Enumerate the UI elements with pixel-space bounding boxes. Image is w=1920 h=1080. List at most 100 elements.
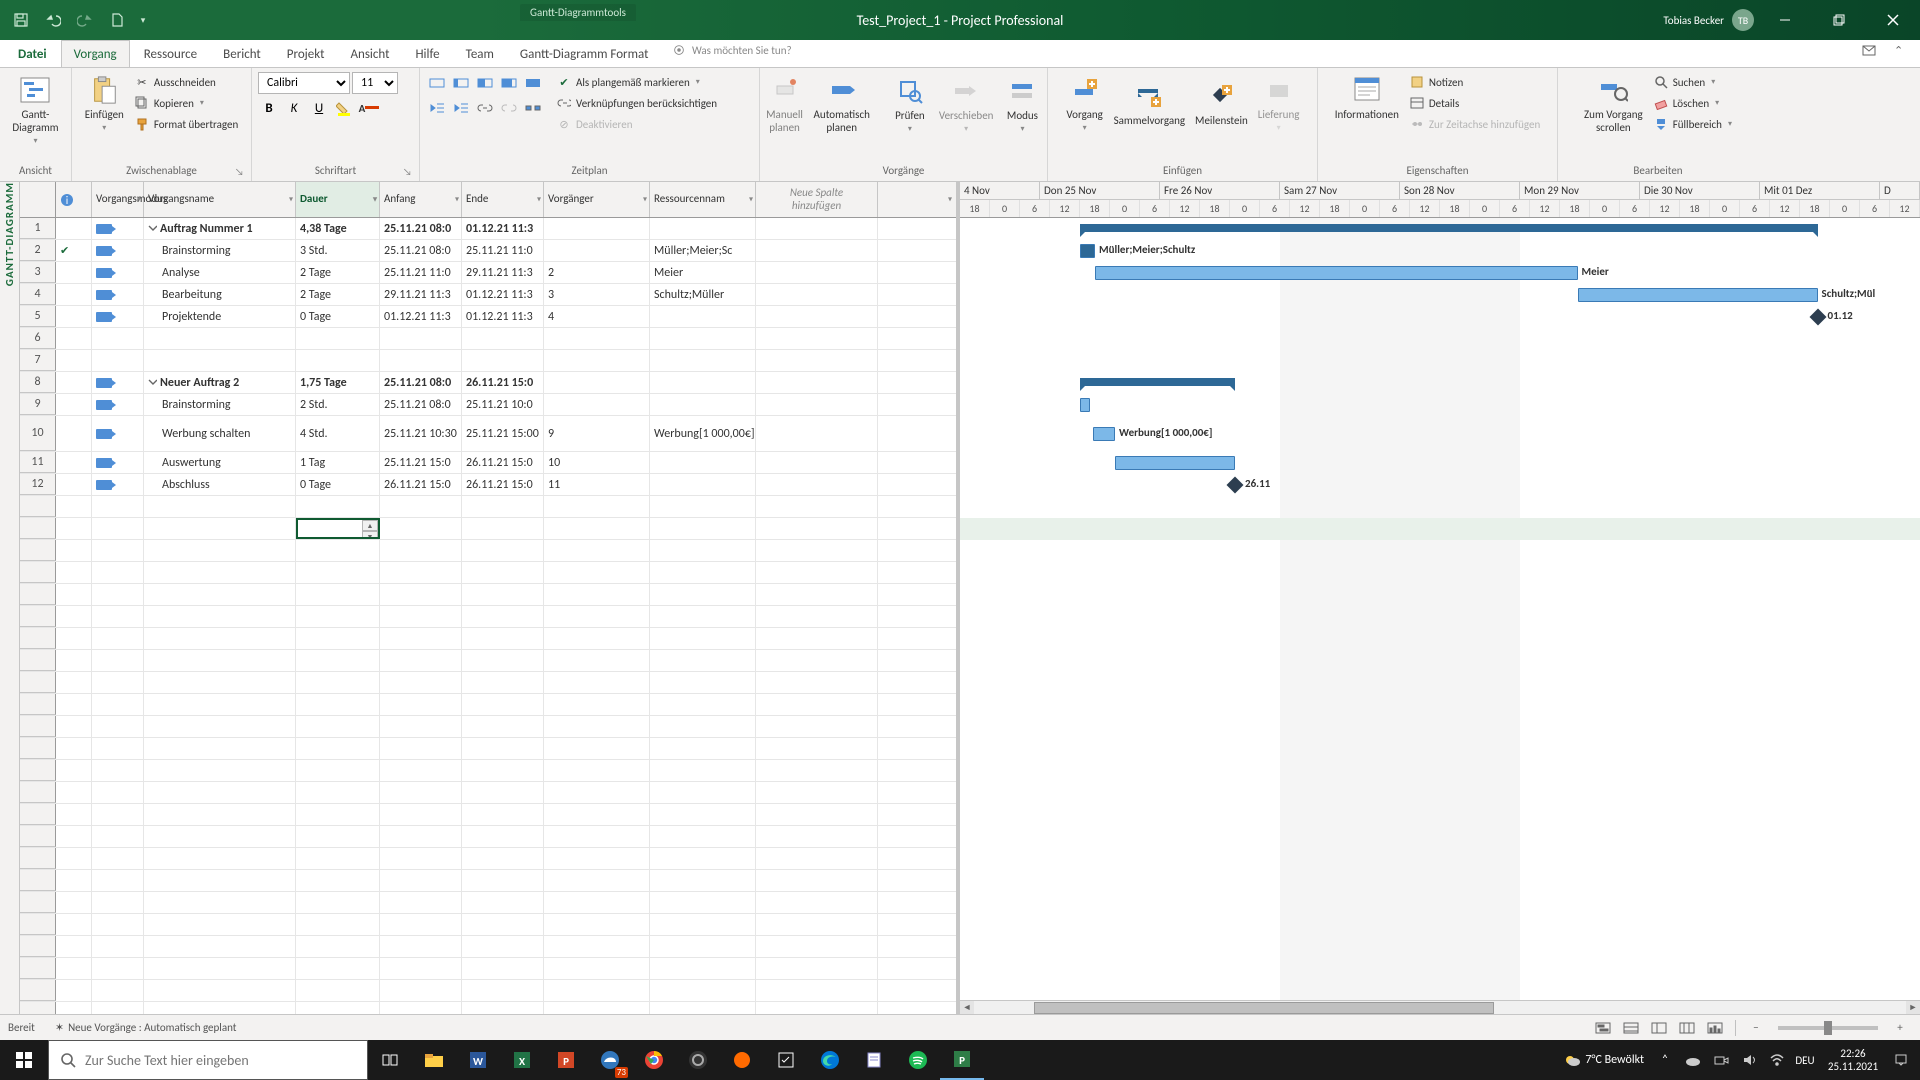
cell-name[interactable]: Analyse	[144, 262, 296, 283]
row-header[interactable]: 1	[20, 218, 56, 239]
fill-button[interactable]: Füllbereich▾	[1649, 114, 1736, 134]
cell-start[interactable]: 25.11.21 10:30	[380, 416, 462, 451]
zoom-in-button[interactable]: +	[1888, 1018, 1912, 1038]
col-predecessor[interactable]: Vorgänger▾	[544, 182, 650, 217]
excel-icon[interactable]: X	[500, 1040, 544, 1080]
spin-down[interactable]: ▼	[362, 531, 378, 539]
col-duration[interactable]: Dauer▾	[296, 182, 380, 217]
table-row[interactable]: 7	[20, 350, 956, 372]
cell-name[interactable]: Neuer Auftrag 2	[144, 372, 296, 393]
cell-duration[interactable]	[296, 936, 380, 957]
fill-color-button[interactable]	[333, 97, 355, 119]
cell-info[interactable]	[56, 218, 92, 239]
cell-start[interactable]: 25.11.21 08:0	[380, 240, 462, 261]
gantt-summary-bar[interactable]	[1080, 224, 1818, 232]
cell-duration[interactable]	[296, 584, 380, 605]
gantt-task-bar[interactable]	[1095, 266, 1578, 280]
active-cell[interactable]: ▲▼	[296, 518, 380, 539]
spinner[interactable]: ▲▼	[362, 520, 378, 537]
cell-end[interactable]: 25.11.21 10:0	[462, 394, 544, 415]
move-button[interactable]: Verschieben▾	[935, 73, 998, 136]
find-button[interactable]: Suchen▾	[1649, 72, 1736, 92]
cell-name[interactable]: Bearbeitung	[144, 284, 296, 305]
italic-button[interactable]: K	[283, 97, 305, 119]
task-view-icon[interactable]	[368, 1040, 412, 1080]
row-header[interactable]: 2	[20, 240, 56, 261]
cell-info[interactable]	[56, 284, 92, 305]
scroll-right-icon[interactable]: ►	[1906, 1001, 1920, 1015]
cell-end[interactable]: 01.12.21 11:3	[462, 218, 544, 239]
tray-clock[interactable]: 22:2625.11.2021	[1820, 1047, 1886, 1073]
cell-resource[interactable]: Werbung[1 000,00€]	[650, 416, 756, 451]
cell-name[interactable]: Brainstorming	[144, 394, 296, 415]
tray-notifications-icon[interactable]	[1888, 1040, 1914, 1080]
underline-button[interactable]: U	[308, 97, 330, 119]
word-icon[interactable]: W	[456, 1040, 500, 1080]
cell-pred[interactable]: 11	[544, 474, 650, 495]
cell-duration[interactable]	[296, 1002, 380, 1014]
table-row[interactable]	[20, 892, 956, 914]
pct0-button[interactable]	[426, 72, 448, 94]
close-button[interactable]	[1870, 0, 1916, 40]
cell-mode[interactable]	[92, 284, 144, 305]
unlink-button[interactable]	[498, 97, 520, 119]
start-button[interactable]	[0, 1040, 48, 1080]
cell-mode[interactable]	[92, 240, 144, 261]
row-header[interactable]	[20, 848, 56, 869]
cell-info[interactable]: ✔	[56, 240, 92, 261]
tell-me-search[interactable]: Was möchten Sie tun?	[672, 43, 792, 57]
new-doc-icon[interactable]	[104, 7, 130, 33]
row-header[interactable]	[20, 958, 56, 979]
cell-resource[interactable]	[650, 306, 756, 327]
cell-duration[interactable]	[296, 328, 380, 349]
cell-pred[interactable]: 4	[544, 306, 650, 327]
table-row[interactable]	[20, 826, 956, 848]
cell-resource[interactable]	[650, 394, 756, 415]
row-header[interactable]	[20, 738, 56, 759]
tray-onedrive-icon[interactable]	[1680, 1040, 1706, 1080]
table-row[interactable]: ▲▼	[20, 518, 956, 540]
tab-format[interactable]: Gantt-Diagramm Format	[508, 41, 661, 67]
cell-new[interactable]	[756, 218, 878, 239]
table-row[interactable]	[20, 738, 956, 760]
cell-resource[interactable]: Schultz;Müller	[650, 284, 756, 305]
cell-duration[interactable]	[296, 958, 380, 979]
cell-new[interactable]	[756, 416, 878, 451]
gantt-task-bar[interactable]	[1578, 288, 1818, 302]
row-header[interactable]	[20, 892, 56, 913]
tab-task[interactable]: Vorgang	[61, 40, 130, 67]
cell-duration[interactable]	[296, 826, 380, 847]
tab-help[interactable]: Hilfe	[403, 41, 451, 67]
cell-info[interactable]	[56, 452, 92, 473]
row-header[interactable]	[20, 760, 56, 781]
cell-duration[interactable]: 3 Std.	[296, 240, 380, 261]
cell-start[interactable]: 29.11.21 11:3	[380, 284, 462, 305]
redo-icon[interactable]	[72, 7, 98, 33]
row-header[interactable]	[20, 584, 56, 605]
cut-button[interactable]: ✂Ausschneiden	[130, 72, 242, 92]
powerpoint-icon[interactable]: P	[544, 1040, 588, 1080]
table-row[interactable]	[20, 980, 956, 1002]
manual-schedule-button[interactable]: Manuell planen	[762, 72, 808, 136]
cell-mode[interactable]	[92, 328, 144, 349]
cell-duration[interactable]: 0 Tage	[296, 474, 380, 495]
table-row[interactable]	[20, 936, 956, 958]
cell-pred[interactable]	[544, 394, 650, 415]
link-button[interactable]	[474, 97, 496, 119]
cell-name[interactable]	[144, 350, 296, 371]
row-header[interactable]: 5	[20, 306, 56, 327]
qat-customize-icon[interactable]: ▾	[136, 7, 150, 33]
clear-button[interactable]: Löschen▾	[1649, 93, 1736, 113]
row-header[interactable]	[20, 540, 56, 561]
notes-button[interactable]: Notizen	[1405, 72, 1544, 92]
cell-duration[interactable]	[296, 848, 380, 869]
scroll-to-task-button[interactable]: Zum Vorgang scrollen	[1580, 72, 1647, 136]
row-header[interactable]	[20, 562, 56, 583]
table-row[interactable]	[20, 540, 956, 562]
table-row[interactable]: 3Analyse2 Tage25.11.21 11:029.11.21 11:3…	[20, 262, 956, 284]
table-row[interactable]: 11Auswertung1 Tag25.11.21 15:026.11.21 1…	[20, 452, 956, 474]
col-add-new[interactable]: Neue Spalte hinzufügen	[756, 182, 878, 217]
cell-end[interactable]: 26.11.21 15:0	[462, 474, 544, 495]
table-row[interactable]: 12Abschluss0 Tage26.11.21 15:026.11.21 1…	[20, 474, 956, 496]
chrome-icon[interactable]	[632, 1040, 676, 1080]
